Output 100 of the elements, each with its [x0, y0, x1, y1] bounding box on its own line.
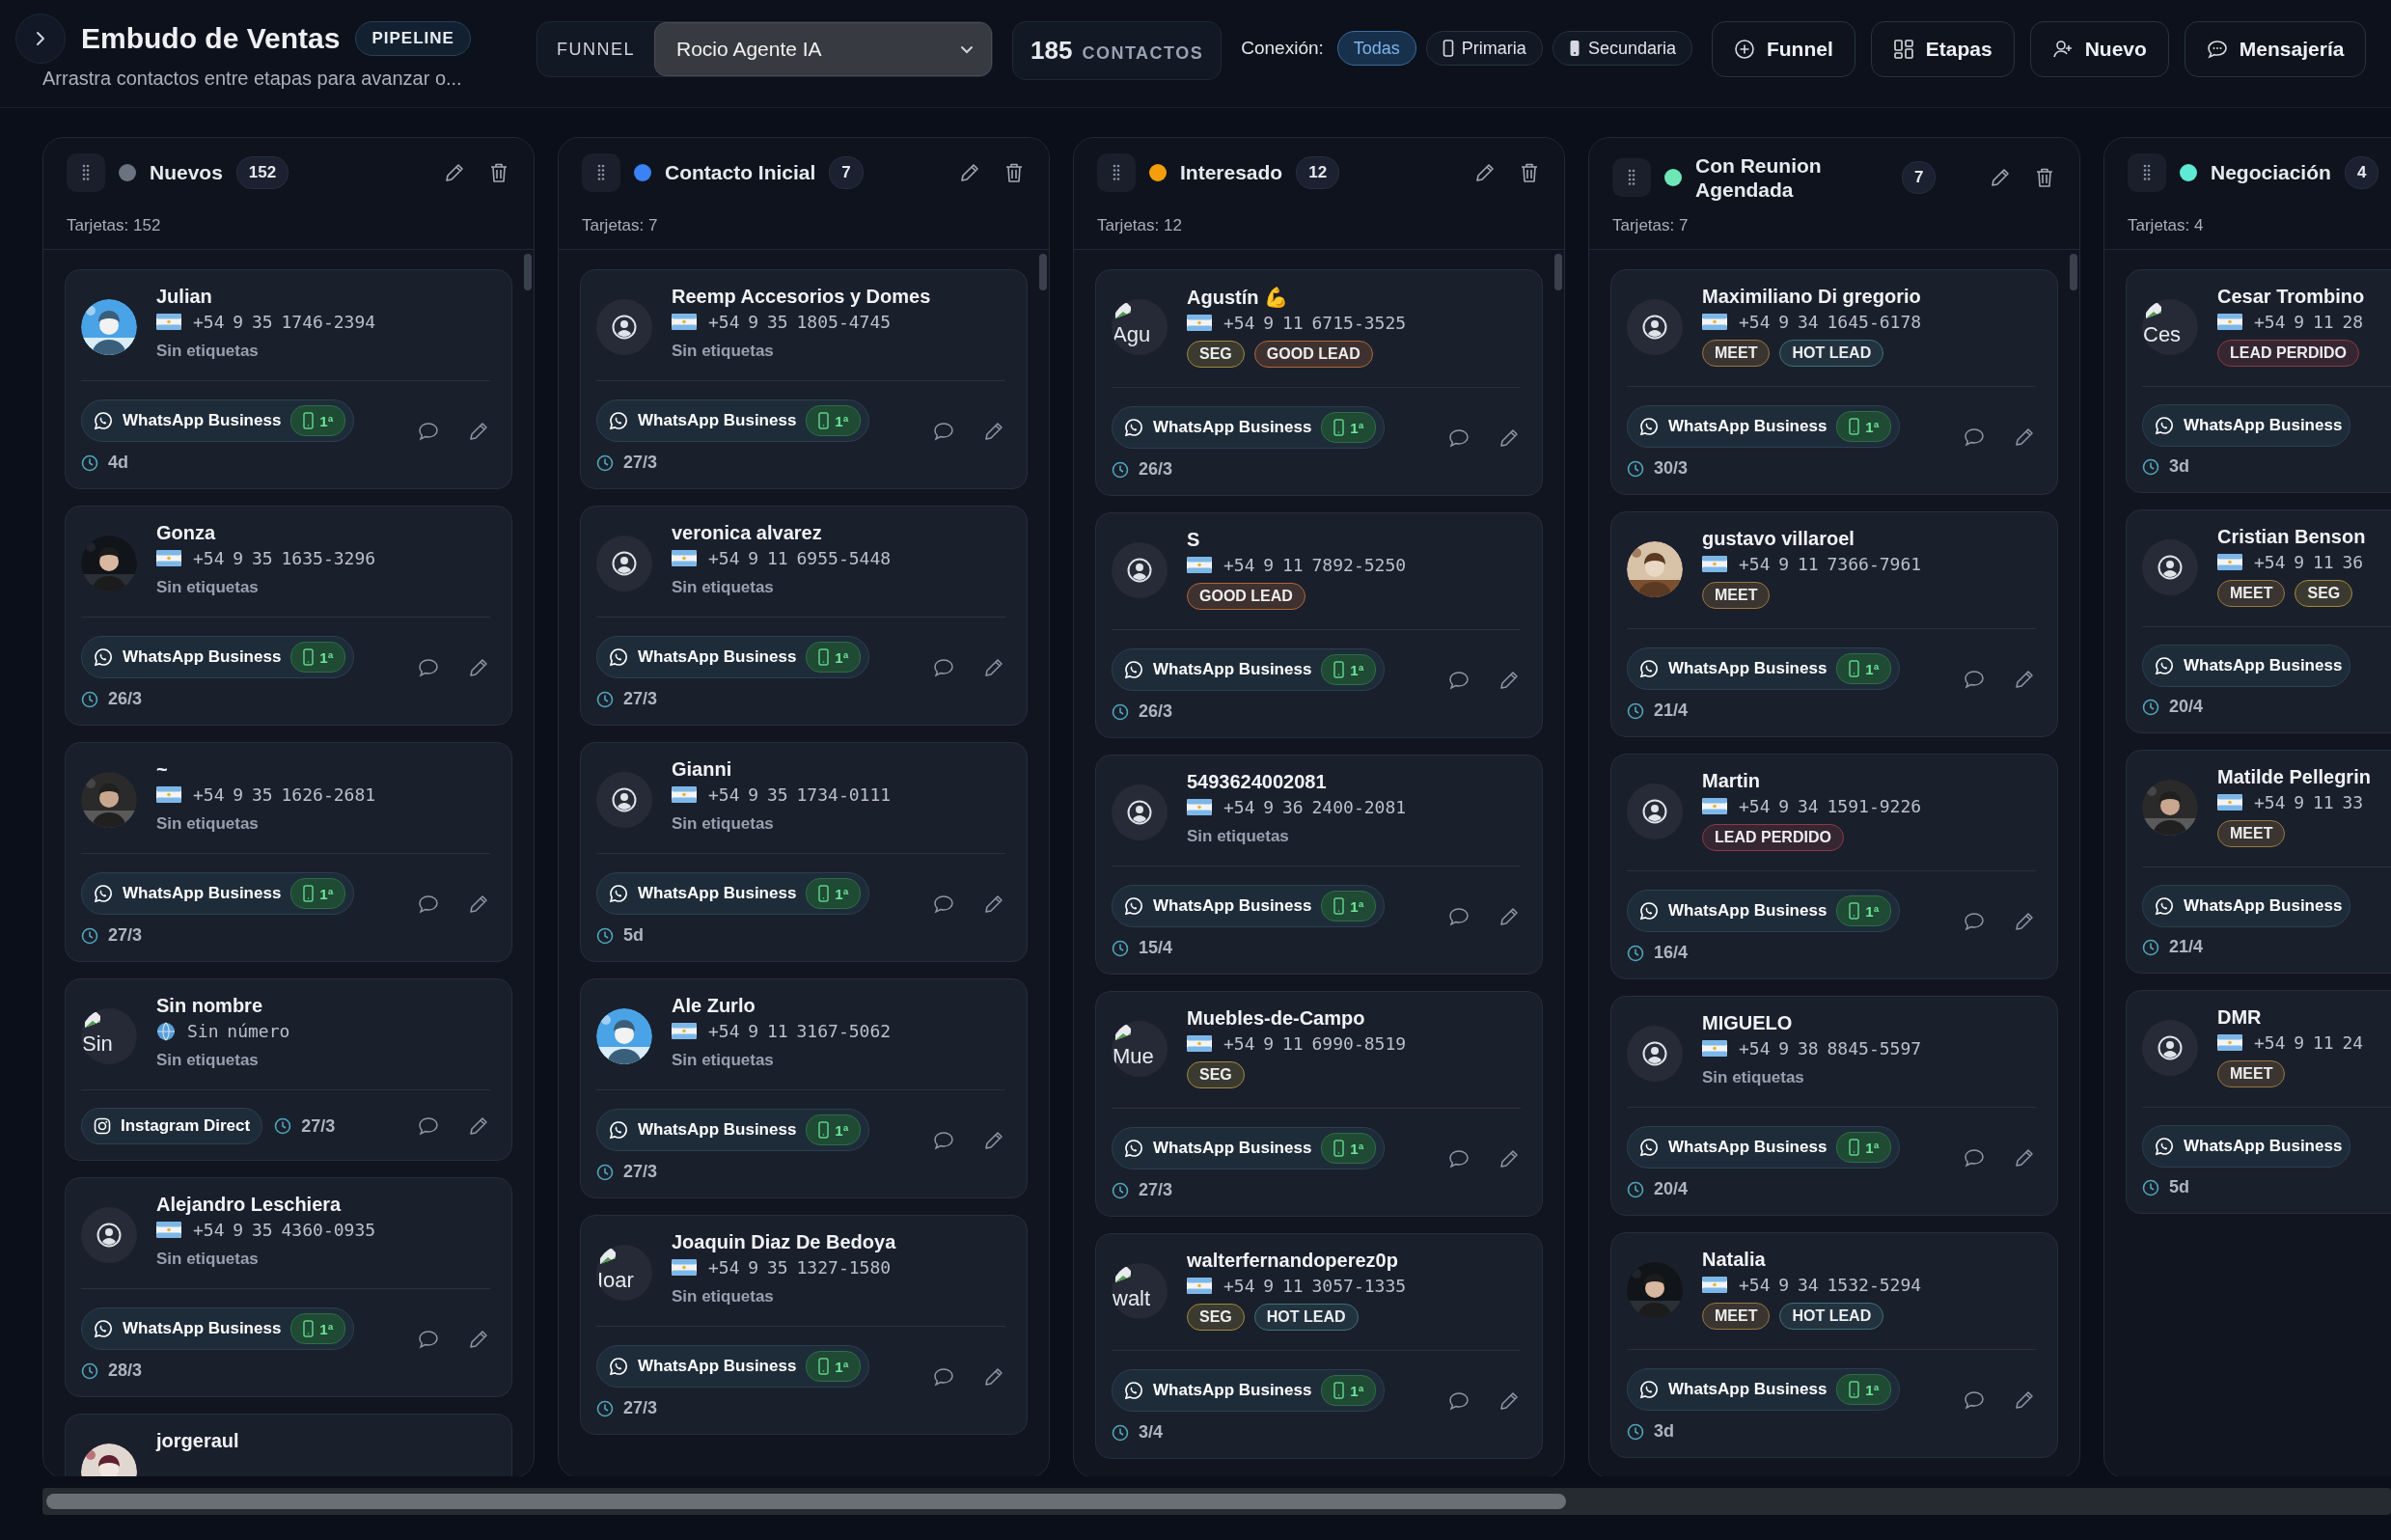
- pencil-icon[interactable]: [982, 1365, 1005, 1389]
- pencil-icon[interactable]: [467, 1328, 490, 1351]
- tag: SEG: [2295, 580, 2353, 607]
- contact-card[interactable]: Reemp Accesorios y Domes +54 9 35 1805-4745 Sin etiquetas WhatsApp Business 1ª 27/3: [580, 269, 1028, 489]
- chat-icon[interactable]: [417, 656, 440, 679]
- contact-card[interactable]: gustavo villaroel +54 9 11 7366-7961 MEET WhatsApp Business 1ª 21/4: [1610, 511, 2058, 737]
- drag-handle[interactable]: [582, 153, 620, 192]
- drag-handle[interactable]: [2128, 153, 2166, 192]
- contact-card[interactable]: 5493624002081 +54 9 36 2400-2081 Sin etiquetas WhatsApp Business 1ª 15/4: [1095, 755, 1543, 975]
- contact-card[interactable]: Matilde Pellegrin +54 9 11 33 MEET WhatsApp Business 21/4: [2126, 750, 2391, 974]
- chat-icon[interactable]: [1447, 669, 1470, 692]
- contact-card[interactable]: Cristian Benson +54 9 11 36 MEET SEG WhatsApp Business 20/4: [2126, 509, 2391, 733]
- scrollbar[interactable]: [2070, 254, 2077, 290]
- scrollbar[interactable]: [1039, 254, 1047, 290]
- contact-card[interactable]: Ces Cesar Trombino +54 9 11 28 LEAD PERDIDO WhatsApp Business 3d: [2126, 269, 2391, 493]
- last-activity-time: 3d: [2169, 456, 2189, 477]
- chat-icon[interactable]: [932, 656, 955, 679]
- contact-card[interactable]: Mue Muebles-de-Campo +54 9 11 6990-8519 SEG WhatsApp Business 1ª 27/3: [1095, 991, 1543, 1217]
- chat-icon[interactable]: [417, 1114, 440, 1138]
- chat-icon[interactable]: [932, 1129, 955, 1152]
- pencil-icon[interactable]: [467, 1114, 490, 1138]
- contact-card[interactable]: ~ +54 9 35 1626-2681 Sin etiquetas WhatsApp Business 1ª 27/3: [65, 742, 512, 962]
- pencil-icon[interactable]: [2013, 1146, 2036, 1169]
- cards-count-label: Tarjetas: 4: [2128, 216, 2205, 235]
- chat-icon[interactable]: [1447, 905, 1470, 928]
- contact-card[interactable]: Agu Agustín 💪 +54 9 11 6715-3525 SEG GOOD LEAD WhatsApp Business 1ª 26/3: [1095, 269, 1543, 496]
- sidebar-toggle-button[interactable]: [15, 14, 66, 64]
- contact-card[interactable]: walt walterfernandoperez0p +54 9 11 3057-1335 SEG HOT LEAD WhatsApp Business 1ª 3/4: [1095, 1233, 1543, 1459]
- action-button[interactable]: Mensajería: [2184, 21, 2367, 77]
- phone-number: Sin número: [187, 1021, 290, 1041]
- chat-icon[interactable]: [932, 1365, 955, 1389]
- contact-card[interactable]: Sin Sin nombre Sin número Sin etiquetas Instagram Direct 27/3: [65, 978, 512, 1161]
- pencil-icon[interactable]: [467, 893, 490, 916]
- channel-label: WhatsApp Business: [1153, 1381, 1312, 1400]
- drag-handle[interactable]: [67, 153, 105, 192]
- chat-icon[interactable]: [932, 420, 955, 443]
- contact-card[interactable]: Julian +54 9 35 1746-2394 Sin etiquetas WhatsApp Business 1ª 4d: [65, 269, 512, 489]
- contact-card[interactable]: veronica alvarez +54 9 11 6955-5448 Sin etiquetas WhatsApp Business 1ª 27/3: [580, 506, 1028, 726]
- chat-icon[interactable]: [1963, 1389, 1986, 1412]
- funnel-dropdown[interactable]: Rocio Agente IA: [654, 22, 992, 76]
- pencil-icon[interactable]: [1498, 905, 1521, 928]
- contact-card[interactable]: Ale Zurlo +54 9 11 3167-5062 Sin etiquetas WhatsApp Business 1ª 27/3: [580, 978, 1028, 1198]
- connection-filter-chip[interactable]: Secundaria: [1552, 31, 1692, 66]
- pencil-icon[interactable]: [2013, 426, 2036, 449]
- pencil-icon[interactable]: [2013, 910, 2036, 933]
- pencil-icon[interactable]: [982, 420, 1005, 443]
- chat-icon[interactable]: [417, 893, 440, 916]
- tag: LEAD PERDIDO: [1702, 824, 1844, 851]
- contact-card[interactable]: Martin +54 9 34 1591-9226 LEAD PERDIDO WhatsApp Business 1ª 16/4: [1610, 754, 2058, 979]
- pencil-icon[interactable]: [982, 893, 1005, 916]
- contact-card[interactable]: S +54 9 11 7892-5250 GOOD LEAD WhatsApp Business 1ª 26/3: [1095, 512, 1543, 738]
- pencil-icon[interactable]: [467, 420, 490, 443]
- contact-card[interactable]: Gonza +54 9 35 1635-3296 Sin etiquetas WhatsApp Business 1ª 26/3: [65, 506, 512, 726]
- phone-icon: [303, 885, 315, 902]
- pencil-icon[interactable]: [467, 656, 490, 679]
- scrollbar[interactable]: [1554, 254, 1562, 290]
- scrollbar[interactable]: [524, 254, 532, 290]
- pencil-icon[interactable]: [2013, 1389, 2036, 1412]
- connection-filter-chip[interactable]: Todas: [1336, 31, 1416, 66]
- pencil-icon[interactable]: [1498, 1147, 1521, 1170]
- action-button[interactable]: Nuevo: [2029, 21, 2169, 77]
- action-button[interactable]: Funnel: [1711, 21, 1855, 77]
- contact-card[interactable]: MIGUELO +54 9 38 8845-5597 Sin etiquetas WhatsApp Business 1ª 20/4: [1610, 996, 2058, 1216]
- contact-card[interactable]: Maximiliano Di gregorio +54 9 34 1645-6178 MEET HOT LEAD WhatsApp Business 1ª 30/3: [1610, 269, 2058, 495]
- pencil-icon[interactable]: [1498, 669, 1521, 692]
- user-icon: [1642, 315, 1667, 340]
- pencil-icon[interactable]: [1473, 161, 1497, 184]
- pencil-icon[interactable]: [982, 1129, 1005, 1152]
- contact-card[interactable]: DMR +54 9 11 24 MEET WhatsApp Business 5d: [2126, 990, 2391, 1214]
- chat-icon[interactable]: [417, 420, 440, 443]
- pencil-icon[interactable]: [958, 161, 981, 184]
- phone-icon: [1333, 419, 1345, 436]
- contact-card[interactable]: Ioar Joaquin Diaz De Bedoya +54 9 35 1327-1580 Sin etiquetas WhatsApp Business 1ª 27/3: [580, 1215, 1028, 1435]
- pencil-icon[interactable]: [2013, 668, 2036, 691]
- scrollbar[interactable]: [46, 1494, 1566, 1509]
- action-button[interactable]: Etapas: [1870, 21, 2015, 77]
- chat-icon[interactable]: [1963, 1146, 1986, 1169]
- chat-icon[interactable]: [1447, 1147, 1470, 1170]
- chat-icon[interactable]: [1963, 910, 1986, 933]
- chat-icon[interactable]: [417, 1328, 440, 1351]
- chat-icon[interactable]: [1963, 426, 1986, 449]
- pencil-icon[interactable]: [443, 161, 466, 184]
- chat-icon[interactable]: [1447, 1389, 1470, 1413]
- chat-icon[interactable]: [1447, 426, 1470, 450]
- contact-card[interactable]: Natalia +54 9 34 1532-5294 MEET HOT LEAD WhatsApp Business 1ª 3d: [1610, 1232, 2058, 1458]
- pencil-icon[interactable]: [1498, 1389, 1521, 1413]
- drag-handle[interactable]: [1097, 153, 1136, 192]
- contact-card[interactable]: Gianni +54 9 35 1734-0111 Sin etiquetas WhatsApp Business 1ª 5d: [580, 742, 1028, 962]
- stage-count: 152: [235, 156, 289, 189]
- last-activity-time: 20/4: [2169, 697, 2204, 717]
- chat-icon[interactable]: [932, 893, 955, 916]
- chat-icon[interactable]: [1963, 668, 1986, 691]
- channel-label: WhatsApp Business: [123, 411, 282, 430]
- whatsapp-icon: [609, 1357, 628, 1376]
- pencil-icon[interactable]: [1498, 426, 1521, 450]
- contact-card[interactable]: Alejandro Leschiera +54 9 35 4360-0935 Sin etiquetas WhatsApp Business 1ª 28/3: [65, 1177, 512, 1397]
- pencil-icon[interactable]: [982, 656, 1005, 679]
- contact-card[interactable]: jorgeraul: [65, 1414, 512, 1476]
- connection-filter-chip[interactable]: Primaria: [1425, 31, 1543, 66]
- drag-handle[interactable]: [1612, 158, 1651, 198]
